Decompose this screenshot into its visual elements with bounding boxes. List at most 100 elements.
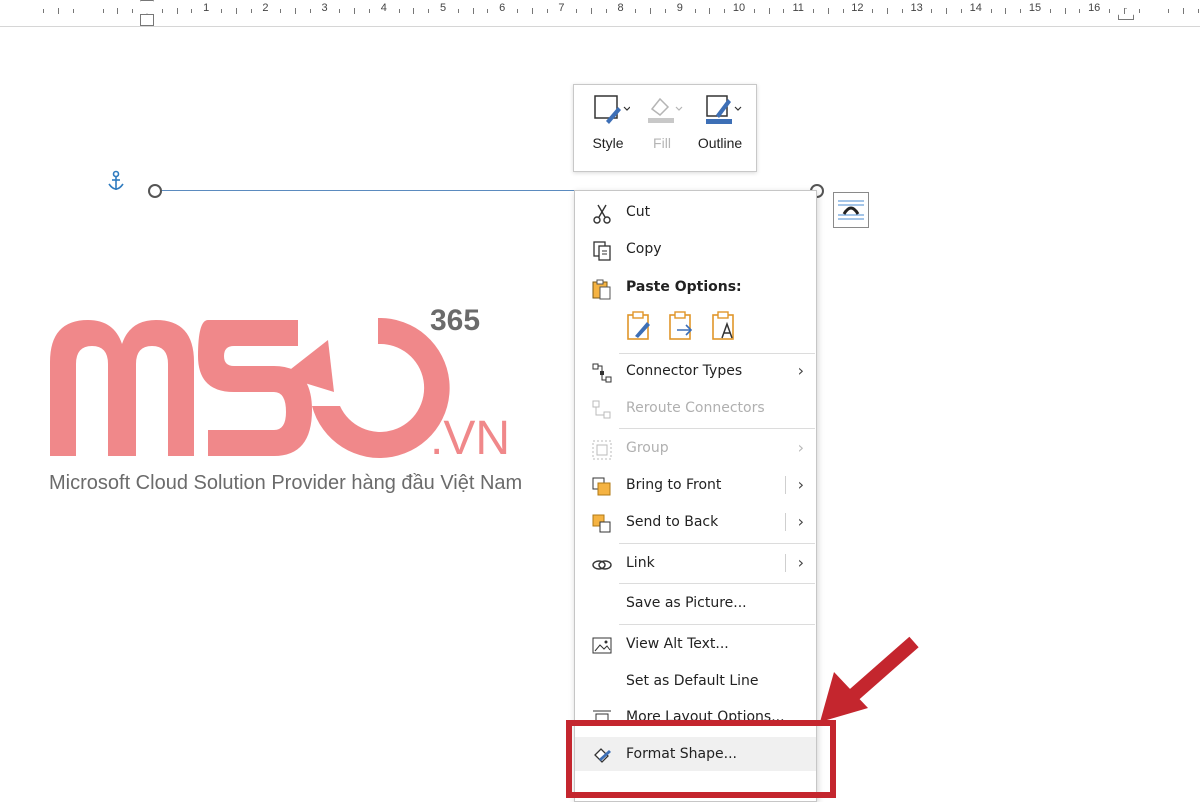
style-button[interactable]: Style	[580, 93, 636, 163]
ruler-number: 9	[676, 2, 683, 14]
ruler-tick	[531, 8, 533, 14]
fill-label: Fill	[653, 135, 671, 151]
outline-button[interactable]: Outline	[692, 93, 748, 163]
ruler-number: 13	[910, 2, 923, 14]
fill-button[interactable]: Fill	[634, 93, 690, 163]
paste-merge-formatting-icon[interactable]	[667, 310, 695, 342]
style-label: Style	[592, 135, 624, 151]
right-indent-marker[interactable]	[1118, 8, 1134, 20]
view-alt-text-label: View Alt Text...	[626, 636, 729, 652]
submenu-chevron-icon[interactable]: ›	[798, 512, 804, 531]
ruler-tick	[117, 8, 119, 14]
menu-item-paste-options: Paste Options:	[575, 270, 816, 304]
ruler-tick	[235, 8, 237, 14]
horizontal-ruler[interactable]: 1 2 3 4 5 6 7 8 9 10 11 12 13 14 15 16	[0, 0, 1200, 27]
ruler-tick	[768, 8, 770, 14]
ruler-number: 6	[499, 2, 506, 14]
ruler-tick	[472, 8, 474, 14]
ruler-tick	[398, 9, 400, 13]
ruler-tick	[990, 9, 992, 13]
ruler-tick	[457, 9, 459, 13]
paste-text-only-icon[interactable]	[710, 310, 738, 342]
ruler-tick	[369, 9, 370, 13]
menu-item-bring-to-front[interactable]: Bring to Front ›	[575, 468, 816, 502]
menu-item-copy[interactable]: Copy	[575, 232, 816, 266]
ruler-tick	[709, 8, 711, 14]
ruler-tick	[221, 9, 222, 13]
ruler-tick	[1020, 9, 1022, 13]
ruler-tick	[1109, 9, 1110, 13]
anchor-icon[interactable]	[106, 170, 126, 194]
ruler-tick	[931, 9, 933, 13]
line-start-handle[interactable]	[148, 184, 162, 198]
ruler-tick	[58, 8, 60, 14]
ruler-tick	[591, 8, 592, 14]
ruler-number: 3	[321, 2, 328, 14]
paste-options-row	[625, 310, 805, 346]
split-divider	[785, 554, 786, 572]
group-icon	[592, 440, 612, 460]
ruler-number: 14	[969, 2, 982, 14]
ruler-tick	[517, 9, 518, 13]
layout-options-icon	[838, 200, 864, 220]
ruler-tick	[961, 9, 962, 13]
ruler-number: 4	[380, 2, 387, 14]
ruler-tick	[1197, 9, 1199, 13]
bring-to-front-icon	[592, 477, 611, 496]
ruler-tick	[1005, 8, 1007, 14]
layout-options-button[interactable]	[833, 192, 869, 228]
ruler-tick	[280, 9, 282, 13]
paint-bucket-icon	[648, 97, 683, 123]
paste-keep-formatting-icon[interactable]	[625, 310, 653, 342]
copy-icon	[593, 241, 611, 261]
ruler-tick	[1123, 8, 1125, 14]
ruler-tick	[783, 9, 785, 13]
copy-label: Copy	[626, 241, 662, 257]
ruler-number: 11	[792, 2, 804, 14]
link-icon	[592, 560, 612, 570]
left-indent-marker[interactable]	[140, 14, 154, 26]
send-to-back-label: Send to Back	[626, 514, 719, 530]
menu-item-reroute-connectors[interactable]: Reroute Connectors	[575, 391, 816, 425]
ruler-tick	[161, 9, 163, 13]
first-line-indent-marker[interactable]	[140, 0, 154, 14]
menu-item-link[interactable]: Link ›	[575, 546, 816, 580]
menu-item-set-default-line[interactable]: Set as Default Line	[575, 664, 816, 698]
ruler-tick	[354, 8, 356, 14]
ruler-tick	[487, 9, 489, 13]
ruler-tick	[1183, 8, 1184, 14]
menu-item-view-alt-text[interactable]: View Alt Text...	[575, 627, 816, 661]
ruler-tick	[694, 9, 696, 13]
menu-item-group[interactable]: Group ›	[575, 431, 816, 465]
ruler-tick	[250, 9, 252, 13]
menu-item-save-as-picture[interactable]: Save as Picture...	[575, 586, 816, 620]
ruler-number: 7	[558, 2, 565, 14]
connector-types-label: Connector Types	[626, 363, 743, 379]
ruler-number: 10	[732, 2, 746, 14]
reroute-connectors-icon	[592, 400, 611, 419]
menu-item-cut[interactable]: Cut	[575, 195, 816, 229]
menu-item-connector-types[interactable]: Connector Types ›	[575, 354, 816, 388]
ruler-number: 16	[1088, 2, 1101, 14]
menu-separator	[619, 583, 815, 584]
submenu-chevron-icon[interactable]: ›	[798, 475, 804, 494]
group-label: Group	[626, 440, 669, 456]
ruler-tick	[339, 9, 341, 13]
menu-item-send-to-back[interactable]: Send to Back ›	[575, 505, 816, 539]
connector-types-icon	[592, 363, 612, 383]
logo-365: 365	[430, 304, 480, 337]
ruler-tick	[413, 8, 415, 14]
submenu-chevron-icon[interactable]: ›	[798, 553, 804, 572]
paste-options-label: Paste Options:	[626, 279, 742, 295]
submenu-chevron-icon: ›	[797, 438, 804, 457]
ruler-number: 2	[262, 2, 269, 14]
ruler-tick	[813, 9, 814, 13]
ruler-tick	[887, 8, 888, 14]
submenu-chevron-icon: ›	[797, 361, 804, 380]
ruler-tick	[309, 9, 311, 13]
menu-separator	[619, 428, 815, 429]
mso-logo: 365 .VN	[50, 304, 510, 465]
ruler-tick	[1138, 9, 1140, 13]
scissors-icon	[593, 204, 611, 224]
ruler-tick	[43, 9, 45, 13]
